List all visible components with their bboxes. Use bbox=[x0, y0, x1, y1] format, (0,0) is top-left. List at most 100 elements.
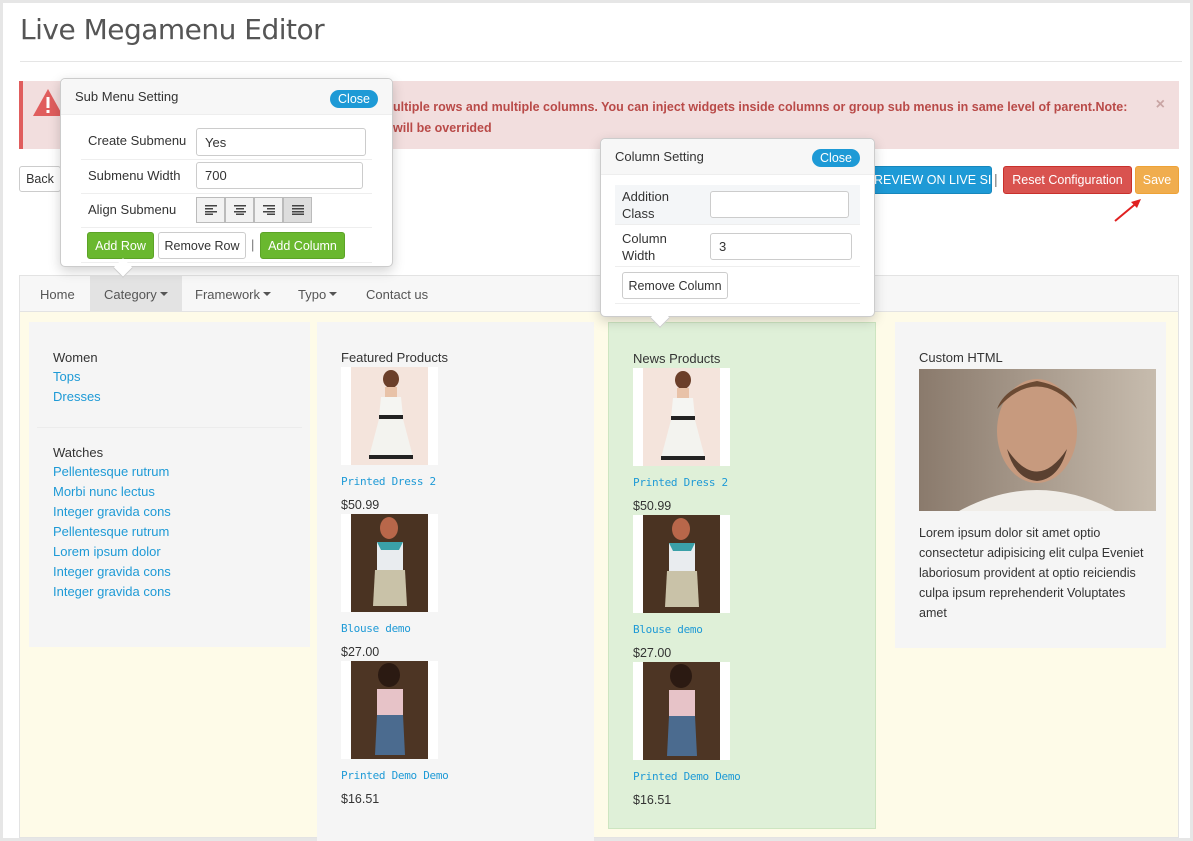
form-row-align: Align Submenu bbox=[81, 194, 372, 228]
menu-link[interactable]: Integer gravida cons bbox=[53, 582, 286, 602]
submenu-width-input[interactable]: 700 bbox=[196, 162, 363, 189]
nav-item-home[interactable]: Home bbox=[26, 276, 89, 312]
addition-class-label: Addition Class bbox=[622, 188, 669, 222]
nav-item-typo[interactable]: Typo bbox=[284, 276, 351, 312]
form-row-class: Addition Class bbox=[615, 185, 860, 225]
create-submenu-label: Create Submenu bbox=[88, 133, 187, 148]
back-button[interactable]: Back bbox=[19, 166, 61, 192]
megamenu-navbar: Home Category Framework Typo Contact us bbox=[19, 275, 1179, 312]
menu-link[interactable]: Integer gravida cons bbox=[53, 502, 286, 522]
demo-figure-icon bbox=[351, 661, 428, 759]
align-left-icon bbox=[204, 205, 217, 215]
addition-class-input[interactable] bbox=[710, 191, 849, 218]
align-justify-icon bbox=[291, 205, 304, 215]
menu-link[interactable]: Pellentesque rutrum bbox=[53, 522, 286, 542]
menu-link[interactable]: Lorem ipsum dolor bbox=[53, 542, 286, 562]
product-link[interactable]: Printed Demo Demo bbox=[341, 769, 570, 782]
alert-close-icon[interactable]: × bbox=[1156, 96, 1165, 114]
product-price: $16.51 bbox=[633, 793, 672, 807]
column-heading: News Products bbox=[633, 351, 721, 366]
dress-figure-icon bbox=[351, 367, 428, 465]
alert-message: ultiple rows and multiple columns. You c… bbox=[393, 97, 1153, 139]
product-image-demo[interactable] bbox=[341, 661, 438, 759]
title-divider bbox=[20, 61, 1182, 62]
nav-item-contact-us[interactable]: Contact us bbox=[352, 276, 442, 312]
popover-title: Sub Menu Setting bbox=[75, 89, 179, 104]
demo-figure-icon bbox=[643, 662, 720, 760]
nav-label: Framework bbox=[195, 286, 261, 302]
label-line: Addition bbox=[622, 189, 669, 204]
label-line: Class bbox=[622, 206, 655, 221]
submenu-width-label: Submenu Width bbox=[88, 168, 181, 183]
product-link[interactable]: Printed Demo Demo bbox=[633, 770, 851, 783]
product-image-blouse[interactable] bbox=[633, 515, 730, 613]
product-image-blouse[interactable] bbox=[341, 514, 438, 612]
column-width-input[interactable]: 3 bbox=[710, 233, 852, 260]
form-row-width: Submenu Width 700 bbox=[81, 160, 372, 194]
product-price: $16.51 bbox=[341, 792, 380, 806]
menu-link[interactable]: Morbi nunc lectus bbox=[53, 482, 286, 502]
man-portrait-icon bbox=[919, 369, 1156, 511]
reset-configuration-button[interactable]: Reset Configuration bbox=[1003, 166, 1132, 194]
product-image-dress[interactable] bbox=[633, 368, 730, 466]
nav-item-framework[interactable]: Framework bbox=[181, 276, 285, 312]
align-submenu-label: Align Submenu bbox=[88, 202, 177, 217]
caret-down-icon bbox=[263, 292, 272, 296]
label-line: Width bbox=[622, 248, 656, 263]
group-heading-women: Women bbox=[53, 350, 98, 365]
menu-link[interactable]: Pellentesque rutrum bbox=[53, 462, 286, 482]
submenu-setting-popover: Sub Menu Setting Close Create Submenu Ye… bbox=[60, 78, 393, 278]
product-price: $27.00 bbox=[341, 645, 380, 659]
save-button[interactable]: Save bbox=[1135, 166, 1179, 194]
product-link[interactable]: Blouse demo bbox=[633, 623, 851, 636]
product-link[interactable]: Printed Dress 2 bbox=[633, 476, 851, 489]
menu-column-2[interactable]: Featured Products Printed Dress 2 $50.99 bbox=[317, 322, 594, 841]
nav-label: Category bbox=[104, 286, 157, 302]
align-button-group bbox=[196, 197, 312, 223]
custom-html-image bbox=[919, 369, 1156, 511]
product-price: $50.99 bbox=[633, 499, 672, 513]
remove-row-button[interactable]: Remove Row bbox=[158, 232, 246, 259]
label-line: Column bbox=[622, 231, 667, 246]
alert-text-line1: ultiple rows and multiple columns. You c… bbox=[393, 100, 1128, 114]
custom-html-text: Lorem ipsum dolor sit amet optio consect… bbox=[919, 526, 1144, 620]
page-title: Live Megamenu Editor bbox=[20, 13, 325, 46]
dress-figure-icon bbox=[643, 368, 720, 466]
actions-separator: | bbox=[251, 237, 255, 252]
product-image-demo[interactable] bbox=[633, 662, 730, 760]
menu-link[interactable]: Dresses bbox=[53, 387, 286, 407]
menu-column-4[interactable]: Custom HTML Lorem ipsum dolor sit amet o… bbox=[895, 322, 1166, 648]
menu-link[interactable]: Integer gravida cons bbox=[53, 562, 286, 582]
menu-column-1[interactable]: Women Tops Dresses Watches Pellentesque … bbox=[29, 322, 310, 647]
product-link[interactable]: Printed Dress 2 bbox=[341, 475, 570, 488]
submenu-close-button[interactable]: Close bbox=[330, 90, 378, 108]
align-left-button[interactable] bbox=[196, 197, 225, 223]
align-right-button[interactable] bbox=[254, 197, 283, 223]
popover-header: Sub Menu Setting Close bbox=[61, 79, 392, 115]
column-heading: Custom HTML bbox=[919, 350, 1003, 365]
menu-column-3-selected[interactable]: News Products Printed Dress 2 $50.99 Blo… bbox=[608, 322, 876, 829]
remove-column-button[interactable]: Remove Column bbox=[622, 272, 728, 299]
blouse-figure-icon bbox=[643, 515, 720, 613]
preview-live-site-button[interactable]: REVIEW ON LIVE SITE bbox=[865, 166, 992, 194]
blouse-figure-icon bbox=[351, 514, 428, 612]
create-submenu-select[interactable]: Yes bbox=[196, 128, 366, 156]
product-price: $27.00 bbox=[633, 646, 672, 660]
align-justify-button[interactable] bbox=[283, 197, 312, 223]
add-row-button[interactable]: Add Row bbox=[87, 232, 154, 259]
form-row-create: Create Submenu Yes bbox=[81, 125, 372, 160]
nav-label: Typo bbox=[298, 286, 327, 302]
nav-item-category[interactable]: Category bbox=[90, 276, 182, 312]
group-divider bbox=[37, 427, 302, 428]
product-link[interactable]: Blouse demo bbox=[341, 622, 570, 635]
alert-text-line2: will be overrided bbox=[393, 121, 492, 135]
align-center-button[interactable] bbox=[225, 197, 254, 223]
column-close-button[interactable]: Close bbox=[812, 149, 860, 167]
nav-label: Home bbox=[40, 286, 75, 302]
menu-link[interactable]: Tops bbox=[53, 367, 286, 387]
caret-down-icon bbox=[329, 292, 338, 296]
product-image-dress[interactable] bbox=[341, 367, 438, 465]
add-column-button[interactable]: Add Column bbox=[260, 232, 345, 259]
editor-page: Live Megamenu Editor ultiple rows and mu… bbox=[3, 3, 1190, 841]
popover-title: Column Setting bbox=[615, 149, 704, 164]
